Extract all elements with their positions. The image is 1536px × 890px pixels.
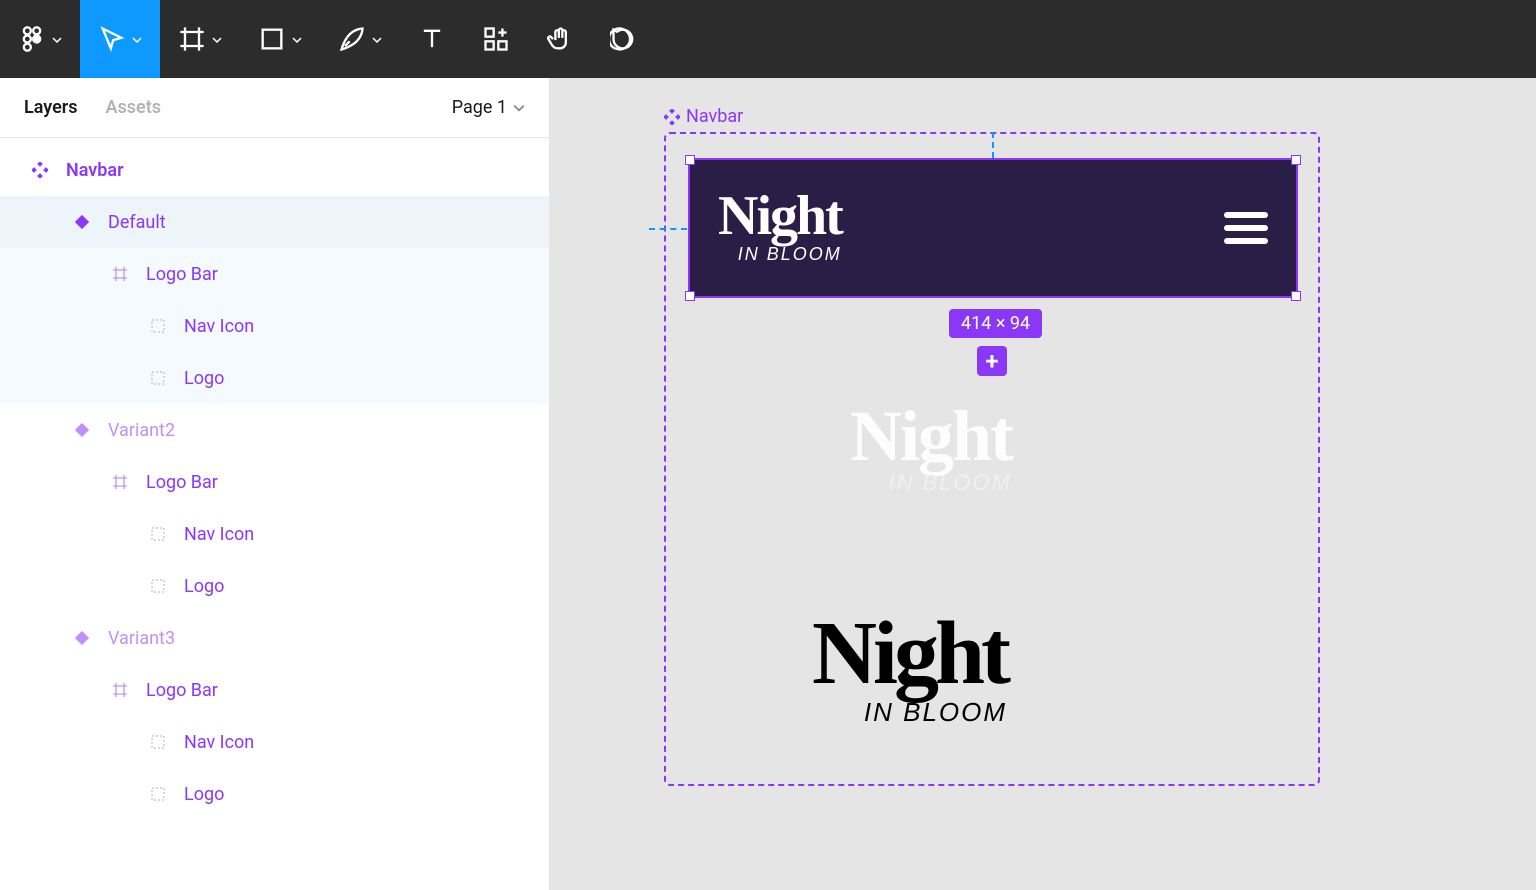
layer-label: Logo Bar: [146, 472, 218, 493]
variant-icon: [70, 215, 94, 229]
hamburger-icon: [1224, 212, 1268, 244]
frame-icon: [108, 474, 132, 490]
layer-label: Nav Icon: [184, 524, 254, 545]
layer-label: Variant3: [108, 628, 175, 649]
add-variant-button[interactable]: +: [977, 346, 1007, 376]
group-icon: [146, 786, 170, 802]
logo-sub-text: IN BLOOM: [864, 702, 1007, 723]
variant2-frame[interactable]: Night IN BLOOM: [850, 408, 1012, 491]
alignment-guide: [992, 132, 994, 158]
resources-tool-button[interactable]: [464, 0, 528, 78]
layer-label: Logo: [184, 368, 224, 389]
figma-menu-button[interactable]: [0, 0, 80, 78]
layer-label: Default: [108, 212, 166, 233]
page-label: Page 1: [452, 97, 507, 118]
logo-sub-text: IN BLOOM: [888, 474, 1012, 492]
layer-row[interactable]: Variant3: [0, 612, 549, 664]
layer-row[interactable]: Variant2: [0, 404, 549, 456]
component-set-icon: [28, 162, 52, 178]
layers-tree: Navbar Default Logo Bar Nav Icon Logo Variant…: [0, 138, 549, 890]
left-panel: Layers Assets Page 1 Navbar Default Logo B…: [0, 78, 550, 890]
logo: Night IN BLOOM: [812, 618, 1007, 723]
variant-icon: [70, 631, 94, 645]
canvas[interactable]: Navbar Night IN BLOOM 414 × 94 + Night I…: [550, 78, 1536, 890]
logo: Night IN BLOOM: [850, 408, 1012, 491]
group-icon: [146, 370, 170, 386]
alignment-guide: [649, 228, 687, 230]
group-icon: [146, 578, 170, 594]
top-toolbar: [0, 0, 1536, 78]
variant3-frame[interactable]: Night IN BLOOM: [812, 618, 1007, 723]
canvas-frame-label[interactable]: Navbar: [664, 106, 743, 127]
canvas-frame-label-text: Navbar: [686, 106, 743, 127]
move-tool-button[interactable]: [80, 0, 160, 78]
layer-row[interactable]: Logo Bar: [0, 248, 549, 300]
layer-label: Logo Bar: [146, 264, 218, 285]
layer-label: Logo: [184, 784, 224, 805]
layer-row[interactable]: Navbar: [0, 144, 549, 196]
group-icon: [146, 734, 170, 750]
layer-row[interactable]: Logo Bar: [0, 456, 549, 508]
layer-row[interactable]: Nav Icon: [0, 508, 549, 560]
layer-label: Nav Icon: [184, 732, 254, 753]
layer-row[interactable]: Default: [0, 196, 549, 248]
frame-icon: [108, 266, 132, 282]
page-selector[interactable]: Page 1: [452, 97, 525, 118]
frame-icon: [108, 682, 132, 698]
group-icon: [146, 526, 170, 542]
layer-row[interactable]: Logo: [0, 768, 549, 820]
variant-icon: [70, 423, 94, 437]
logo-sub-text: IN BLOOM: [738, 247, 842, 261]
tab-assets[interactable]: Assets: [106, 97, 162, 118]
dimensions-badge: 414 × 94: [949, 309, 1042, 338]
logo-main-text: Night: [812, 618, 1007, 690]
layer-label: Variant2: [108, 420, 175, 441]
layer-label: Logo: [184, 576, 224, 597]
layer-row[interactable]: Logo: [0, 352, 549, 404]
hand-tool-button[interactable]: [528, 0, 592, 78]
variant-default-frame[interactable]: Night IN BLOOM: [688, 158, 1298, 298]
group-icon: [146, 318, 170, 334]
logo-main-text: Night: [718, 194, 842, 239]
layer-label: Nav Icon: [184, 316, 254, 337]
layer-row[interactable]: Nav Icon: [0, 716, 549, 768]
layer-label: Logo Bar: [146, 680, 218, 701]
layer-row[interactable]: Logo Bar: [0, 664, 549, 716]
layer-row[interactable]: Nav Icon: [0, 300, 549, 352]
logo-main-text: Night: [850, 408, 1012, 466]
tab-layers[interactable]: Layers: [24, 97, 78, 118]
pen-tool-button[interactable]: [320, 0, 400, 78]
frame-tool-button[interactable]: [160, 0, 240, 78]
shape-tool-button[interactable]: [240, 0, 320, 78]
text-tool-button[interactable]: [400, 0, 464, 78]
logo: Night IN BLOOM: [718, 194, 842, 261]
panel-tabs: Layers Assets Page 1: [0, 78, 549, 138]
layer-label: Navbar: [66, 160, 124, 181]
layer-row[interactable]: Logo: [0, 560, 549, 612]
comment-tool-button[interactable]: [592, 0, 656, 78]
